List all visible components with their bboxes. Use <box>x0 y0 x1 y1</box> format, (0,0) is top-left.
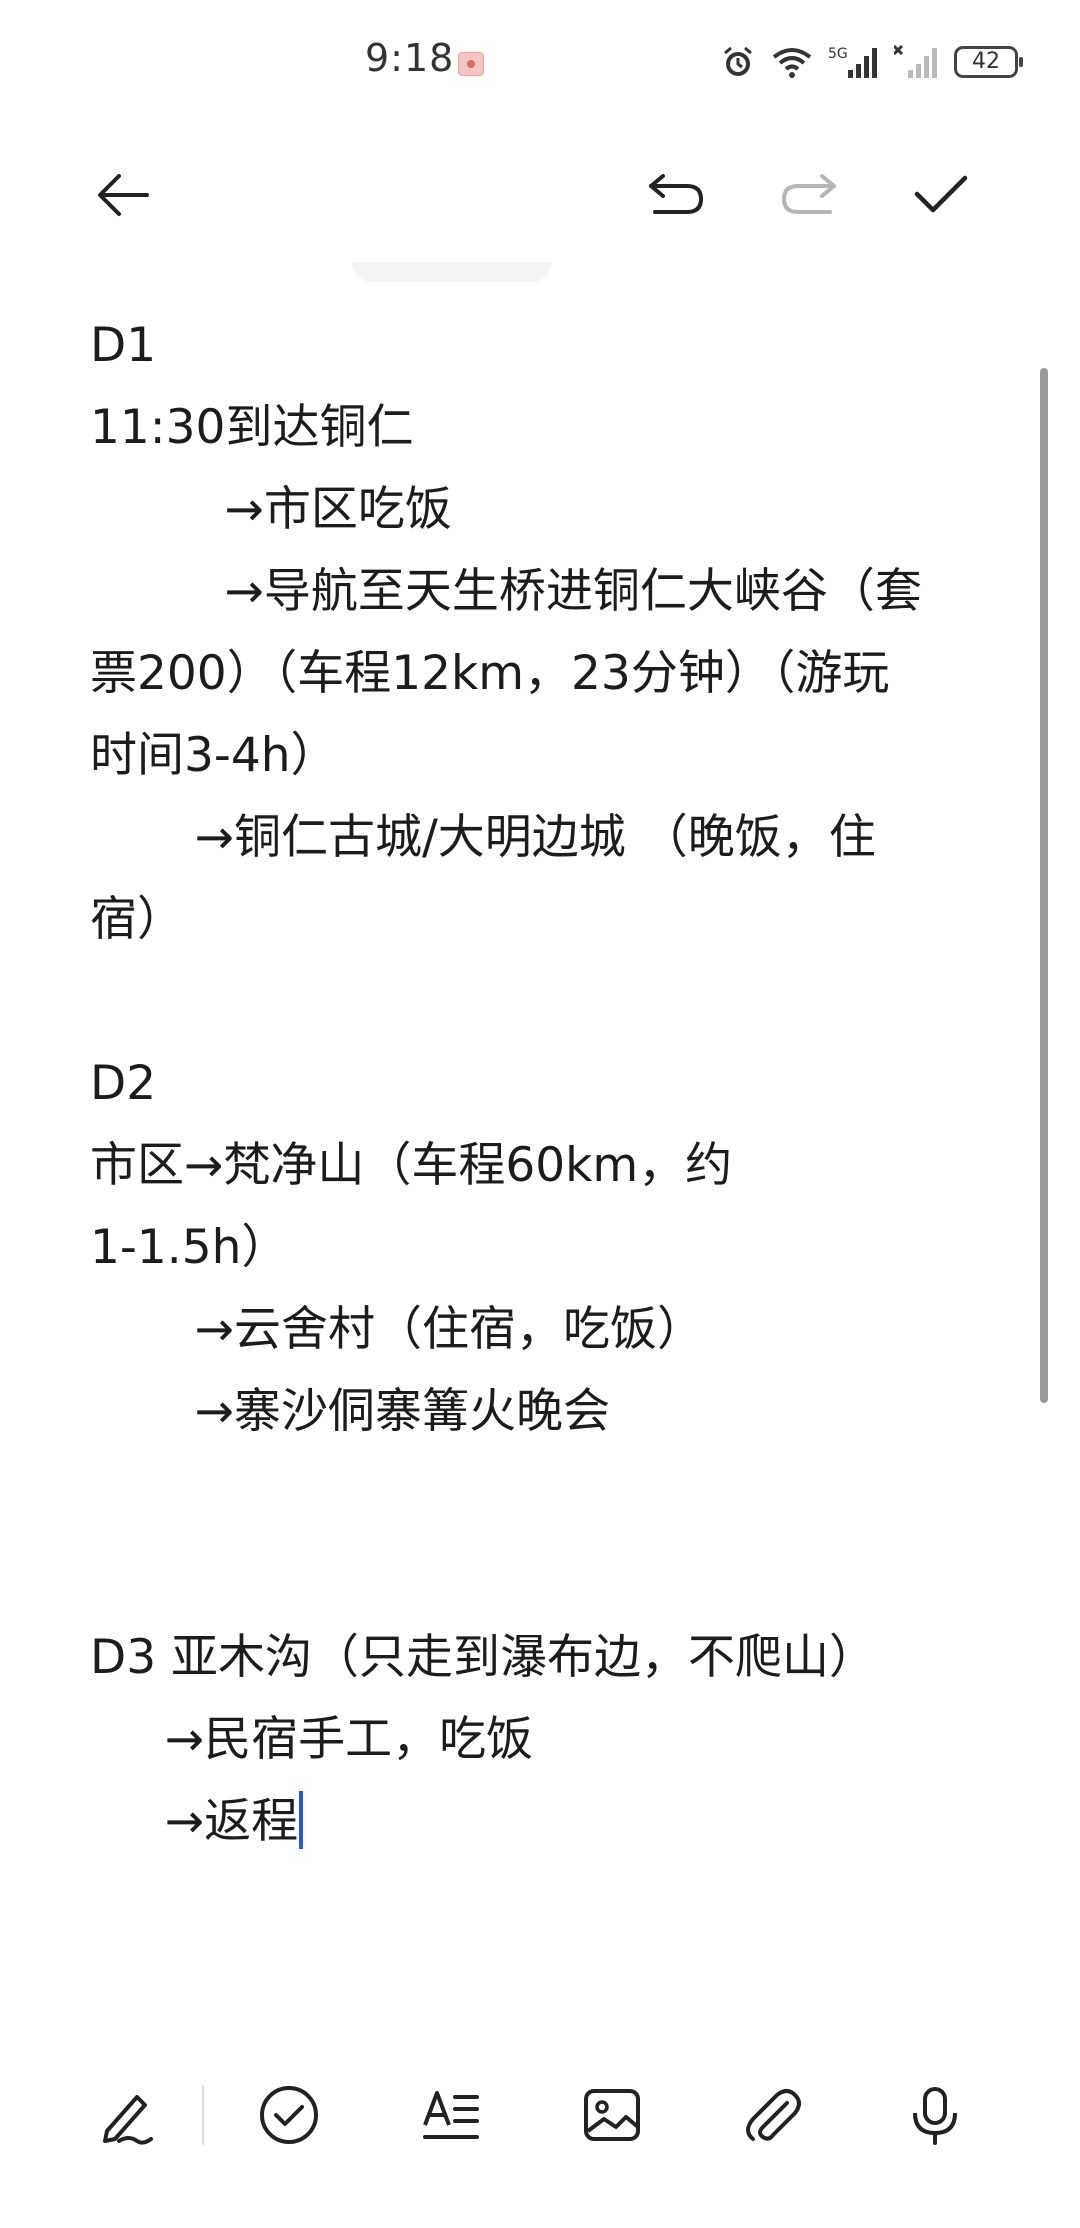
note-line-text: 1-1.5h） <box>90 1220 289 1275</box>
image-icon <box>584 2089 640 2141</box>
undo-button[interactable] <box>630 150 720 240</box>
note-line: →铜仁古城/大明边城 （晚饭，住 <box>90 797 990 879</box>
note-editor[interactable]: D1 11:30到达铜仁 →市区吃饭 →导航至天生桥进铜仁大峡谷（套 票200）（车… <box>90 305 990 1863</box>
attachment-icon <box>746 2089 801 2141</box>
microphone-icon <box>913 2087 957 2145</box>
note-line: →云舍村（住宿，吃饭） <box>90 1289 990 1371</box>
note-line <box>90 961 990 1043</box>
note-line: D1 <box>90 305 990 387</box>
note-line-text: D3 亚木沟（只走到瀑布边，不爬山） <box>90 1630 877 1685</box>
checkmark-icon <box>914 175 968 213</box>
note-line: →市区吃饭 <box>90 469 990 551</box>
back-button[interactable] <box>78 150 168 240</box>
battery-level: 42 <box>972 49 1000 74</box>
note-line-text: →铜仁古城/大明边城 （晚饭，住 <box>90 810 876 865</box>
note-line: →导航至天生桥进铜仁大峡谷（套 <box>90 551 990 633</box>
notification-icon <box>458 52 484 76</box>
editor-toolbar <box>0 150 1080 250</box>
back-arrow-icon <box>98 174 149 216</box>
text-format-icon <box>423 2091 479 2139</box>
battery-icon: 42 <box>954 46 1023 78</box>
note-line: 11:30到达铜仁 <box>90 387 990 469</box>
note-line-text: 11:30到达铜仁 <box>90 400 414 455</box>
insert-image-button[interactable] <box>567 2070 657 2160</box>
note-line-text: 宿） <box>90 892 184 947</box>
pen-icon <box>103 2095 153 2145</box>
status-indicators: 5G 42 <box>720 44 1023 80</box>
alarm-icon <box>724 46 752 76</box>
note-line-text: 时间3-4h） <box>90 728 338 783</box>
note-line: D3 亚木沟（只走到瀑布边，不爬山） <box>90 1617 990 1699</box>
redo-button[interactable] <box>765 150 855 240</box>
toolbar-divider <box>202 2085 204 2145</box>
status-time: 9:18 <box>365 36 455 80</box>
note-line-text: →导航至天生桥进铜仁大峡谷（套 <box>90 564 922 619</box>
note-line-text: →民宿手工，吃饭 <box>90 1712 534 1767</box>
attachment-button[interactable] <box>728 2070 818 2160</box>
signal-no-service-icon <box>894 44 937 78</box>
note-line-text: →寨沙侗寨篝火晚会 <box>90 1384 610 1439</box>
note-line-text: 票200）（车程12km，23分钟）（游玩 <box>90 646 890 701</box>
note-line-text: D2 <box>90 1056 157 1111</box>
note-line-text: D1 <box>90 318 157 373</box>
bottom-toolbar <box>0 2070 1080 2190</box>
undo-icon <box>649 174 704 214</box>
scrollbar[interactable] <box>1040 368 1048 1403</box>
note-line-text: →云舍村（住宿，吃饭） <box>90 1302 704 1357</box>
wifi-icon <box>772 48 812 78</box>
note-line-text: →市区吃饭 <box>90 482 452 537</box>
note-line: →寨沙侗寨篝火晚会 <box>90 1371 990 1453</box>
drag-handle[interactable] <box>352 262 552 282</box>
done-button[interactable] <box>896 150 986 240</box>
note-line <box>90 1453 990 1535</box>
note-line: 市区→梵净山（车程60km，约 <box>90 1125 990 1207</box>
note-line: 票200）（车程12km，23分钟）（游玩 <box>90 633 990 715</box>
note-line <box>90 1535 990 1617</box>
note-line: →返程 <box>90 1781 990 1863</box>
checklist-icon <box>260 2086 318 2144</box>
handwriting-button[interactable] <box>80 2070 170 2160</box>
signal-5g-icon: 5G <box>828 46 877 78</box>
note-line: 1-1.5h） <box>90 1207 990 1289</box>
note-line: 宿） <box>90 879 990 961</box>
note-line: D2 <box>90 1043 990 1125</box>
text-format-button[interactable] <box>406 2070 496 2160</box>
note-line: 时间3-4h） <box>90 715 990 797</box>
checklist-button[interactable] <box>244 2070 334 2160</box>
note-line: →民宿手工，吃饭 <box>90 1699 990 1781</box>
redo-icon <box>781 174 836 214</box>
note-line-text: 市区→梵净山（车程60km，约 <box>90 1138 733 1193</box>
status-bar: 9:18 5G 42 <box>0 0 1080 110</box>
note-line-text: →返程 <box>90 1794 299 1849</box>
voice-input-button[interactable] <box>890 2070 980 2160</box>
signal-label: 5G <box>828 46 848 62</box>
text-cursor <box>299 1791 304 1849</box>
